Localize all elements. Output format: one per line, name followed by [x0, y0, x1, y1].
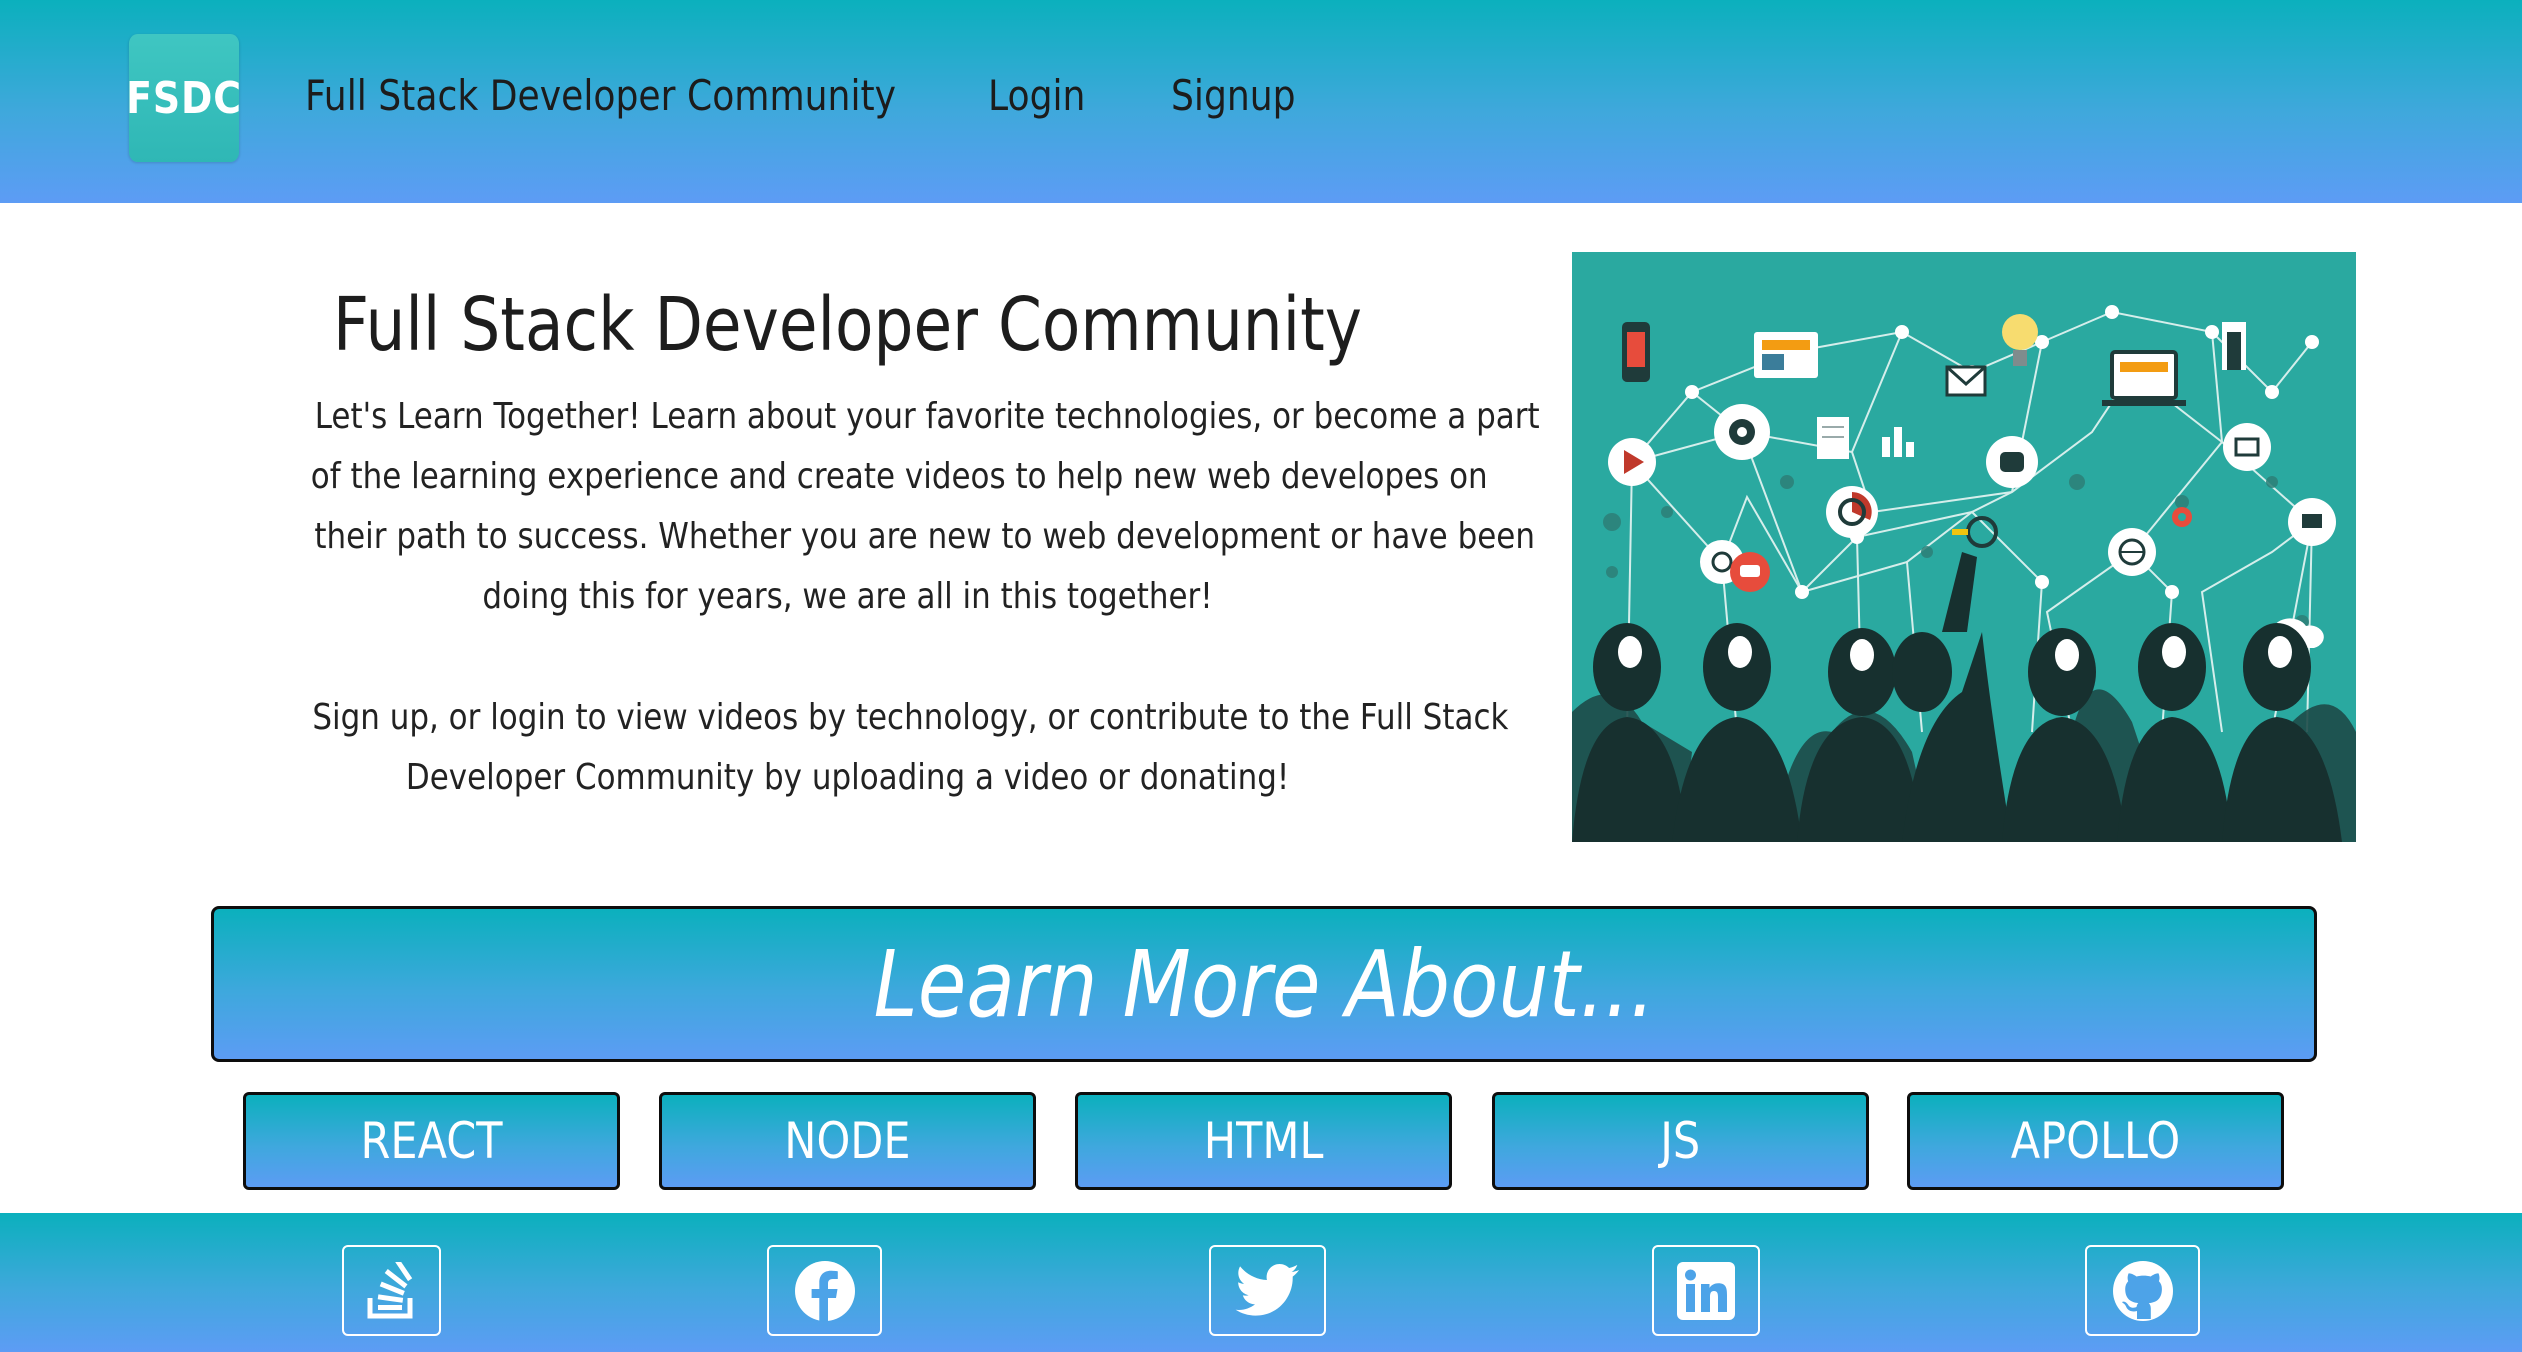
signup-paragraph: Sign up, or login to view videos by tech… [215, 688, 1508, 808]
top-navbar: FSDC Full Stack Developer Community Logi… [0, 0, 2522, 203]
apollo-button[interactable]: APOLLO [1907, 1092, 2284, 1190]
nav-login-link[interactable]: Login [988, 66, 1085, 126]
react-button[interactable]: REACT [243, 1092, 620, 1190]
github-icon [2112, 1260, 2173, 1321]
js-button-label: JS [1660, 1112, 1701, 1170]
intro-paragraph-line: doing this for years, we are all in this… [482, 576, 1213, 617]
page-title: Full Stack Developer Community [215, 280, 1480, 370]
footer-bar [0, 1213, 2522, 1352]
nav-signup-link[interactable]: Signup [1171, 66, 1296, 126]
js-button[interactable]: JS [1492, 1092, 1869, 1190]
signup-paragraph-line: Developer Community by uploading a video… [405, 757, 1290, 798]
facebook-link[interactable] [767, 1245, 882, 1336]
react-button-label: REACT [360, 1112, 503, 1170]
community-network-illustration [1572, 252, 2356, 842]
intro-paragraph: Let's Learn Together! Learn about your f… [215, 387, 1540, 627]
stackoverflow-link[interactable] [342, 1245, 441, 1336]
intro-paragraph-line: of the learning experience and create vi… [310, 456, 1488, 497]
intro-paragraph-line: Let's Learn Together! Learn about your f… [314, 396, 1540, 437]
node-button[interactable]: NODE [659, 1092, 1036, 1190]
signup-paragraph-line: Sign up, or login to view videos by tech… [312, 697, 1509, 738]
node-button-label: NODE [784, 1112, 911, 1170]
linkedin-icon [1677, 1261, 1735, 1320]
linkedin-link[interactable] [1652, 1245, 1760, 1336]
fsdc-logo[interactable]: FSDC [126, 34, 241, 162]
apollo-button-label: APOLLO [2010, 1112, 2181, 1170]
learn-more-banner[interactable]: Learn More About... [211, 906, 2317, 1062]
html-button-label: HTML [1203, 1112, 1324, 1170]
stackoverflow-icon [367, 1261, 412, 1318]
network-illustration-svg [1572, 252, 2356, 842]
learn-more-banner-text: Learn More About... [873, 930, 1655, 1038]
html-button[interactable]: HTML [1075, 1092, 1452, 1190]
page-title-text: Full Stack Developer Community [332, 282, 1363, 368]
facebook-icon [794, 1260, 855, 1321]
github-link[interactable] [2085, 1245, 2200, 1336]
nav-brand-link[interactable]: Full Stack Developer Community [305, 66, 896, 126]
twitter-link[interactable] [1209, 1245, 1326, 1336]
twitter-icon [1235, 1263, 1299, 1316]
intro-paragraph-line: their path to success. Whether you are n… [314, 516, 1535, 557]
